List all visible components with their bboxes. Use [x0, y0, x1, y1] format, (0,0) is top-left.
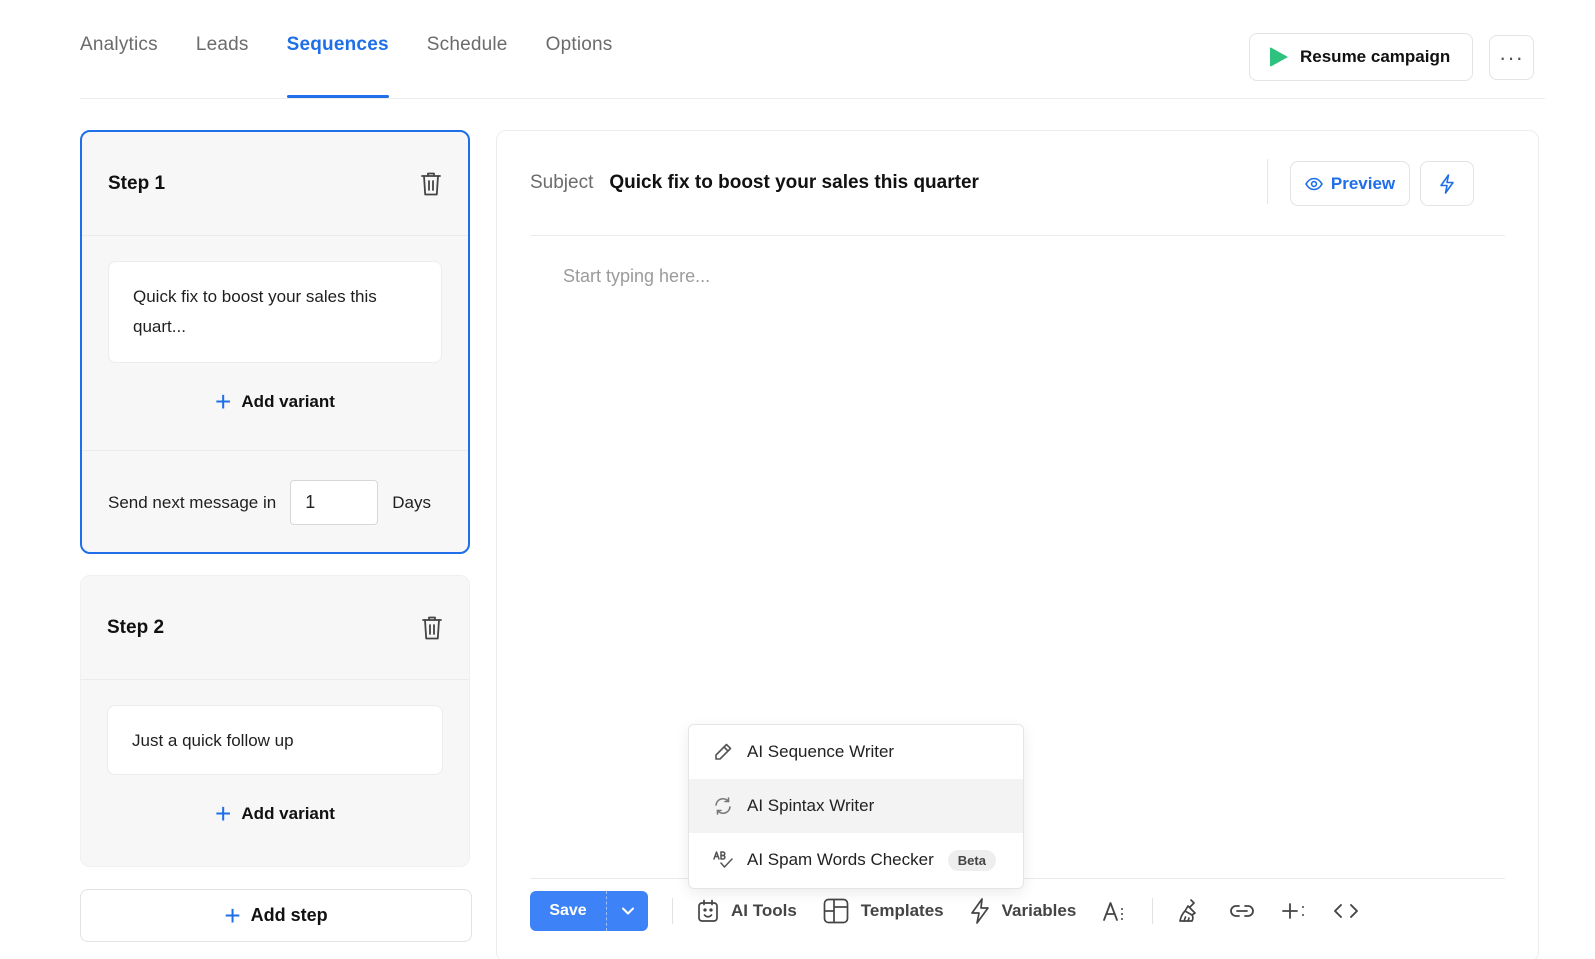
variables-button[interactable]: Variables — [970, 898, 1077, 924]
subject-input[interactable]: Quick fix to boost your sales this quart… — [609, 172, 979, 194]
more-options-button[interactable]: ··· — [1489, 35, 1534, 80]
add-variant-label: Add variant — [241, 804, 335, 823]
ai-tools-button[interactable]: AI Tools — [697, 899, 797, 923]
plus-icon: + — [224, 899, 241, 931]
campaign-tabs: Analytics Leads Sequences Schedule Optio… — [80, 0, 650, 98]
step-header: Step 2 — [81, 576, 469, 680]
play-icon — [1270, 47, 1288, 67]
resume-campaign-button[interactable]: Resume campaign — [1249, 33, 1473, 81]
lightning-icon — [970, 898, 989, 924]
trash-icon[interactable] — [420, 171, 442, 197]
menu-item-label: AI Sequence Writer — [747, 742, 895, 761]
tab-sequences[interactable]: Sequences — [286, 0, 389, 98]
step-header: Step 1 — [82, 132, 468, 236]
eye-icon — [1304, 177, 1323, 190]
send-delay-row: Send next message in Days — [82, 450, 468, 554]
send-delay-suffix: Days — [392, 492, 431, 512]
chevron-down-icon — [621, 907, 634, 915]
preview-button[interactable]: Preview — [1290, 161, 1410, 206]
save-options-button[interactable] — [606, 891, 648, 931]
tab-analytics[interactable]: Analytics — [80, 0, 158, 98]
menu-item-ai-sequence-writer[interactable]: AI Sequence Writer — [689, 725, 1023, 779]
menu-item-label: AI Spintax Writer — [747, 796, 875, 815]
add-variant-label: Add variant — [241, 392, 335, 411]
delay-days-input[interactable] — [290, 480, 379, 525]
save-button[interactable]: Save — [530, 891, 606, 931]
insert-more-icon[interactable] — [1281, 901, 1307, 921]
spellcheck-icon — [713, 851, 733, 868]
email-body-input[interactable]: Start typing here... — [563, 266, 710, 287]
nav-divider — [80, 98, 1545, 99]
quick-actions-button[interactable] — [1420, 161, 1474, 206]
plus-icon: + — [215, 798, 232, 829]
menu-item-ai-spintax-writer[interactable]: AI Spintax Writer — [689, 779, 1023, 833]
preview-label: Preview — [1330, 173, 1396, 193]
bolt-icon — [1440, 173, 1454, 194]
trash-icon[interactable] — [421, 615, 443, 641]
ai-tools-icon — [698, 899, 718, 922]
toolbar-separator — [672, 898, 673, 924]
step-title: Step 1 — [108, 172, 166, 194]
variables-label: Variables — [1001, 901, 1077, 920]
variant-item[interactable]: Just a quick follow up — [107, 705, 443, 775]
plus-icon: + — [215, 386, 232, 417]
tab-schedule[interactable]: Schedule — [427, 0, 508, 98]
ai-tools-label: AI Tools — [731, 901, 797, 920]
menu-item-label: AI Spam Words Checker — [747, 850, 934, 869]
link-icon[interactable] — [1229, 903, 1255, 919]
refresh-icon — [715, 797, 731, 815]
resume-campaign-label: Resume campaign — [1300, 47, 1451, 66]
add-variant-button[interactable]: + Add variant — [81, 799, 469, 829]
variant-item[interactable]: Quick fix to boost your sales this quart… — [108, 261, 442, 363]
variant-subject: Just a quick follow up — [132, 731, 294, 750]
templates-label: Templates — [860, 901, 944, 920]
beta-badge: Beta — [947, 849, 996, 871]
step-card-2[interactable]: Step 2 Just a quick follow up + Add vari… — [80, 575, 470, 867]
tab-leads[interactable]: Leads — [196, 0, 249, 98]
add-step-label: Add step — [250, 905, 328, 925]
subject-separator — [1267, 159, 1268, 204]
editor-toolbar: Save AI Tools Templates Variables — [530, 891, 1385, 931]
add-step-button[interactable]: + Add step — [80, 889, 472, 942]
tab-options[interactable]: Options — [546, 0, 613, 98]
add-variant-button[interactable]: + Add variant — [82, 387, 468, 417]
code-icon[interactable] — [1333, 903, 1359, 919]
templates-icon — [823, 898, 849, 924]
step-title: Step 2 — [107, 616, 165, 638]
more-icon: ··· — [1499, 44, 1524, 70]
send-delay-prefix: Send next message in — [108, 492, 277, 512]
pencil-icon — [715, 743, 732, 760]
clean-format-icon[interactable] — [1177, 898, 1203, 924]
subject-label: Subject — [530, 172, 594, 193]
templates-button[interactable]: Templates — [823, 898, 944, 924]
text-format-icon[interactable] — [1102, 900, 1126, 922]
menu-item-ai-spam-words-checker[interactable]: AI Spam Words Checker Beta — [689, 833, 1023, 887]
variant-subject: Quick fix to boost your sales this quart… — [133, 287, 377, 336]
ai-tools-menu: AI Sequence Writer AI Spintax Writer AI … — [688, 724, 1024, 889]
toolbar-separator — [1152, 898, 1154, 924]
save-button-group: Save — [530, 891, 648, 931]
step-card-1[interactable]: Step 1 Quick fix to boost your sales thi… — [80, 130, 470, 554]
